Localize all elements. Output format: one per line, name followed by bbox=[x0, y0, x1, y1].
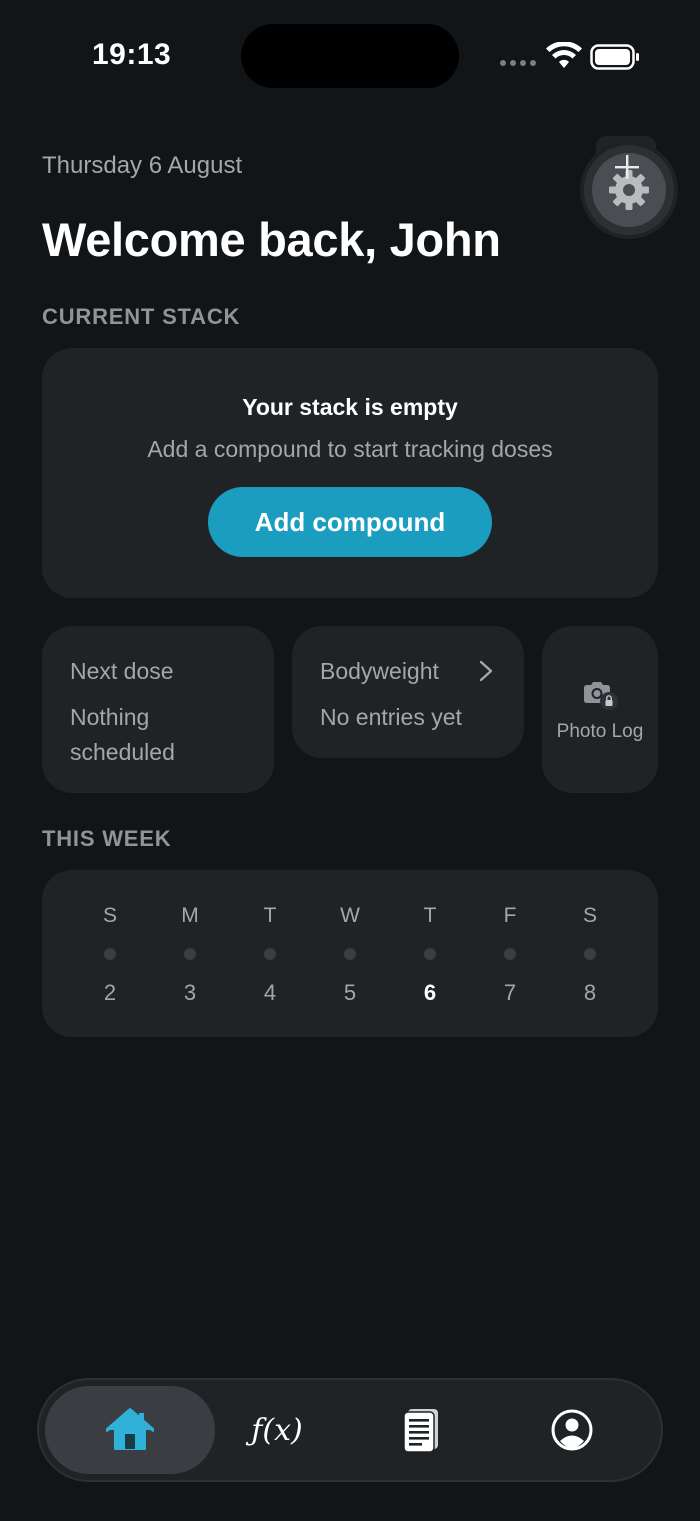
day-dot bbox=[504, 948, 516, 960]
bodyweight-label: Bodyweight bbox=[320, 658, 439, 684]
this-week-header: THIS WEEK bbox=[42, 826, 172, 851]
next-dose-label: Next dose bbox=[70, 658, 174, 684]
stack-empty-subtitle: Add a compound to start tracking doses bbox=[147, 436, 553, 462]
photo-log-label: Photo Log bbox=[556, 721, 644, 742]
tab-notes[interactable] bbox=[367, 1386, 477, 1474]
day-letter: M bbox=[181, 904, 199, 927]
add-compound-button[interactable]: Add compound bbox=[208, 487, 492, 557]
photo-log-card[interactable]: Photo Log bbox=[542, 626, 658, 793]
stack-empty-title: Your stack is empty bbox=[242, 394, 458, 420]
function-icon: ƒ(x) bbox=[251, 1412, 303, 1448]
next-dose-card[interactable]: Next dose Nothing scheduled bbox=[42, 626, 274, 793]
day-letter: T bbox=[423, 904, 437, 927]
day-number: 5 bbox=[343, 980, 357, 1005]
week-calendar: S 2 M 3 T 4 W 5 T 6 F 7 S 8 bbox=[42, 870, 658, 1037]
day-dot bbox=[184, 948, 196, 960]
bodyweight-card[interactable]: Bodyweight No entries yet bbox=[292, 626, 524, 758]
welcome-title: Welcome back, John bbox=[42, 213, 501, 266]
plus-icon[interactable] bbox=[614, 154, 640, 180]
tab-profile[interactable] bbox=[517, 1386, 627, 1474]
day-dot bbox=[424, 948, 436, 960]
signal-dots-icon bbox=[500, 60, 536, 66]
day-number: 2 bbox=[103, 980, 117, 1005]
tab-home-icon-wrap[interactable] bbox=[45, 1386, 215, 1474]
next-dose-value: Nothing scheduled bbox=[70, 704, 175, 765]
date-label: Thursday 6 August bbox=[42, 152, 243, 179]
day-dot bbox=[264, 948, 276, 960]
day-letter: F bbox=[503, 904, 517, 927]
home-icon bbox=[106, 1408, 154, 1450]
day-letter: S bbox=[102, 904, 117, 927]
document-icon bbox=[403, 1409, 438, 1453]
status-time: 19:13 bbox=[92, 38, 172, 71]
day-letter: T bbox=[263, 904, 277, 927]
stack-card: Your stack is empty Add a compound to st… bbox=[42, 348, 658, 598]
tab-bar: ƒ(x) bbox=[37, 1378, 663, 1482]
day-dot bbox=[344, 948, 356, 960]
day-number-today: 6 bbox=[423, 980, 437, 1005]
day-dot bbox=[104, 948, 116, 960]
chevron-right-icon bbox=[479, 660, 493, 682]
day-letter: S bbox=[582, 904, 597, 927]
day-number: 3 bbox=[183, 980, 197, 1005]
profile-icon bbox=[551, 1409, 593, 1451]
day-number: 8 bbox=[583, 980, 597, 1005]
wifi-icon bbox=[546, 42, 582, 68]
dynamic-island bbox=[241, 24, 459, 88]
tab-calculator[interactable]: ƒ(x) bbox=[217, 1386, 337, 1474]
day-number: 4 bbox=[263, 980, 277, 1005]
day-number: 7 bbox=[503, 980, 517, 1005]
camera-lock-icon bbox=[584, 682, 618, 710]
day-dot bbox=[584, 948, 596, 960]
day-letter: W bbox=[340, 904, 360, 927]
battery-icon bbox=[590, 44, 639, 70]
current-stack-header: CURRENT STACK bbox=[42, 304, 241, 329]
bodyweight-value: No entries yet bbox=[320, 704, 462, 730]
